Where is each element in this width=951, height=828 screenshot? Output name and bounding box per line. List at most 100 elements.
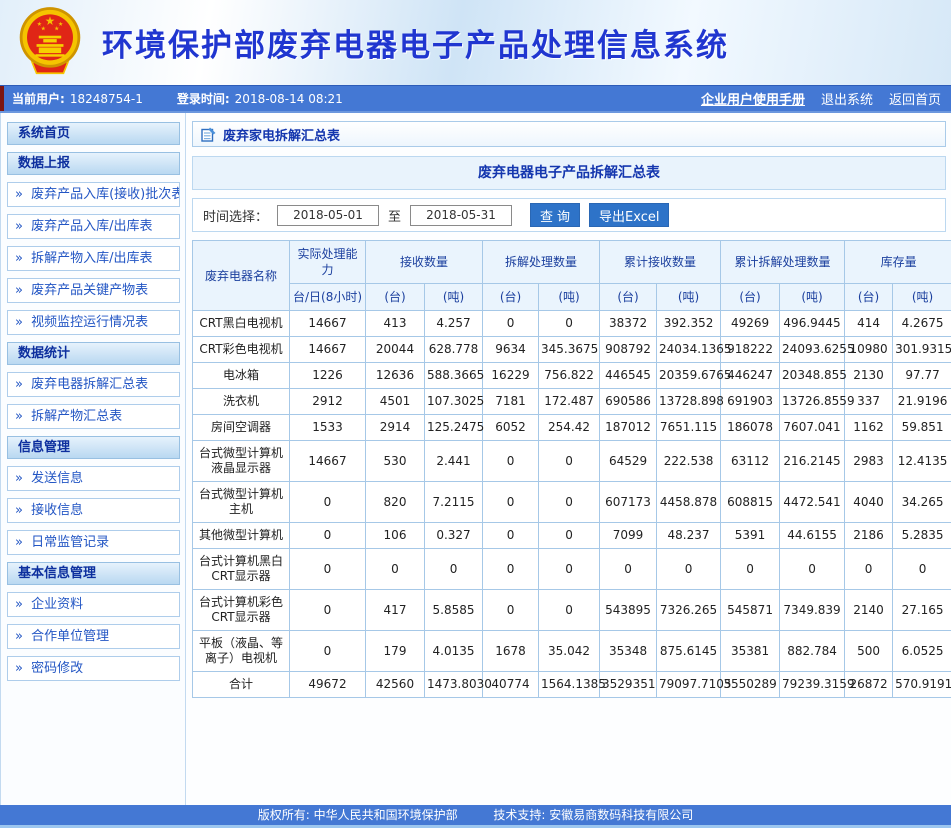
value-cell: 40774 xyxy=(483,672,539,698)
appliance-name-cell: 台式微型计算机主机 xyxy=(193,482,290,523)
value-cell: 0 xyxy=(290,523,366,549)
sidebar-item[interactable]: » 废弃产品入库(接收)批次表 xyxy=(7,182,180,207)
chevron-right-icon: » xyxy=(15,409,23,424)
value-cell: 0 xyxy=(539,590,600,631)
sidebar: 系统首页数据上报 » 废弃产品入库(接收)批次表 » 废弃产品入库/出库表 » 拆解产… xyxy=(0,113,186,805)
value-cell: 3550289 xyxy=(721,672,780,698)
chevron-right-icon: » xyxy=(15,597,23,612)
value-cell: 0 xyxy=(721,549,780,590)
table-total-row: 合计49672425601473.8030407741564.138535293… xyxy=(193,672,951,698)
sidebar-item-label: 视频监控运行情况表 xyxy=(27,315,148,330)
value-cell: 0 xyxy=(366,549,425,590)
start-date-input[interactable] xyxy=(277,205,379,226)
value-cell: 107.3025 xyxy=(425,389,483,415)
col-unit-dun: (吨) xyxy=(657,284,721,311)
export-excel-button[interactable]: 导出Excel xyxy=(589,203,669,227)
value-cell: 908792 xyxy=(600,337,657,363)
col-unit-dun: (吨) xyxy=(780,284,845,311)
value-cell: 12636 xyxy=(366,363,425,389)
value-cell: 7607.041 xyxy=(780,415,845,441)
sidebar-section-header[interactable]: 基本信息管理 xyxy=(7,562,180,585)
appliance-name-cell: 房间空调器 xyxy=(193,415,290,441)
chevron-right-icon: » xyxy=(15,315,23,330)
login-time-value: 2018-08-14 08:21 xyxy=(235,92,343,106)
value-cell: 14667 xyxy=(290,441,366,482)
sidebar-item[interactable]: » 视频监控运行情况表 xyxy=(7,310,180,335)
value-cell: 24093.6255 xyxy=(780,337,845,363)
sidebar-item[interactable]: » 合作单位管理 xyxy=(7,624,180,649)
value-cell: 7651.115 xyxy=(657,415,721,441)
manual-link[interactable]: 企业用户使用手册 xyxy=(701,89,805,108)
sidebar-item[interactable]: » 密码修改 xyxy=(7,656,180,681)
app-title: 环境保护部废弃电器电子产品处理信息系统 xyxy=(102,20,729,65)
value-cell: 20359.6765 xyxy=(657,363,721,389)
sidebar-section-header[interactable]: 数据上报 xyxy=(7,152,180,175)
value-cell: 7326.265 xyxy=(657,590,721,631)
query-button[interactable]: 查询 xyxy=(530,203,580,227)
report-title: 废弃电器电子产品拆解汇总表 xyxy=(192,156,946,190)
table-row: 台式微型计算机液晶显示器146675302.4410064529222.5386… xyxy=(193,441,951,482)
value-cell: 2983 xyxy=(845,441,893,482)
value-cell: 496.9445 xyxy=(780,311,845,337)
value-cell: 691903 xyxy=(721,389,780,415)
col-header-capacity-unit: 台/日(8小时) xyxy=(290,284,366,311)
value-cell: 5391 xyxy=(721,523,780,549)
col-unit-dun: (吨) xyxy=(893,284,951,311)
value-cell: 63112 xyxy=(721,441,780,482)
filter-bar: 时间选择： 至 查询 导出Excel xyxy=(192,198,946,232)
sidebar-section-header[interactable]: 信息管理 xyxy=(7,436,180,459)
sidebar-item[interactable]: » 废弃产品关键产物表 xyxy=(7,278,180,303)
chevron-right-icon: » xyxy=(15,661,23,676)
chevron-right-icon: » xyxy=(15,251,23,266)
value-cell: 0 xyxy=(539,311,600,337)
date-filter-label: 时间选择： xyxy=(203,206,268,225)
col-unit-tai: (台) xyxy=(721,284,780,311)
sidebar-item[interactable]: » 废弃电器拆解汇总表 xyxy=(7,372,180,397)
chevron-right-icon: » xyxy=(15,219,23,234)
value-cell: 446247 xyxy=(721,363,780,389)
sidebar-section-header[interactable]: 数据统计 xyxy=(7,342,180,365)
sidebar-item[interactable]: » 发送信息 xyxy=(7,466,180,491)
table-row: 平板（液晶、等离子）电视机01794.0135167835.0423534887… xyxy=(193,631,951,672)
value-cell: 13726.8559 xyxy=(780,389,845,415)
value-cell: 79097.7105 xyxy=(657,672,721,698)
value-cell: 20348.855 xyxy=(780,363,845,389)
value-cell: 1162 xyxy=(845,415,893,441)
sidebar-item[interactable]: » 日常监管记录 xyxy=(7,530,180,555)
end-date-input[interactable] xyxy=(410,205,512,226)
sidebar-item[interactable]: » 拆解产物入库/出库表 xyxy=(7,246,180,271)
table-row: 台式微型计算机主机08207.2115006071734458.87860881… xyxy=(193,482,951,523)
value-cell: 2130 xyxy=(845,363,893,389)
sidebar-item-label: 合作单位管理 xyxy=(27,629,109,644)
sidebar-item[interactable]: » 废弃产品入库/出库表 xyxy=(7,214,180,239)
value-cell: 414 xyxy=(845,311,893,337)
col-group-header: 拆解处理数量 xyxy=(483,241,600,284)
sidebar-section-header[interactable]: 系统首页 xyxy=(7,122,180,145)
value-cell: 222.538 xyxy=(657,441,721,482)
summary-table: 废弃电器名称实际处理能力接收数量拆解处理数量累计接收数量累计拆解处理数量库存量台… xyxy=(192,240,951,698)
value-cell: 882.784 xyxy=(780,631,845,672)
value-cell: 12.4135 xyxy=(893,441,951,482)
value-cell: 7.2115 xyxy=(425,482,483,523)
home-link[interactable]: 返回首页 xyxy=(889,89,941,108)
sidebar-item-label: 密码修改 xyxy=(27,661,83,676)
value-cell: 756.822 xyxy=(539,363,600,389)
value-cell: 216.2145 xyxy=(780,441,845,482)
sidebar-item[interactable]: » 拆解产物汇总表 xyxy=(7,404,180,429)
sidebar-item[interactable]: » 接收信息 xyxy=(7,498,180,523)
value-cell: 44.6155 xyxy=(780,523,845,549)
logout-link[interactable]: 退出系统 xyxy=(821,89,873,108)
value-cell: 48.237 xyxy=(657,523,721,549)
chevron-right-icon: » xyxy=(15,503,23,518)
value-cell: 6.0525 xyxy=(893,631,951,672)
value-cell: 530 xyxy=(366,441,425,482)
sidebar-item-label: 发送信息 xyxy=(27,471,83,486)
value-cell: 4.0135 xyxy=(425,631,483,672)
value-cell: 918222 xyxy=(721,337,780,363)
sidebar-item[interactable]: » 企业资料 xyxy=(7,592,180,617)
chevron-right-icon: » xyxy=(15,629,23,644)
summary-table-head: 废弃电器名称实际处理能力接收数量拆解处理数量累计接收数量累计拆解处理数量库存量台… xyxy=(193,241,951,311)
value-cell: 16229 xyxy=(483,363,539,389)
appliance-name-cell: 台式微型计算机液晶显示器 xyxy=(193,441,290,482)
value-cell: 0 xyxy=(657,549,721,590)
